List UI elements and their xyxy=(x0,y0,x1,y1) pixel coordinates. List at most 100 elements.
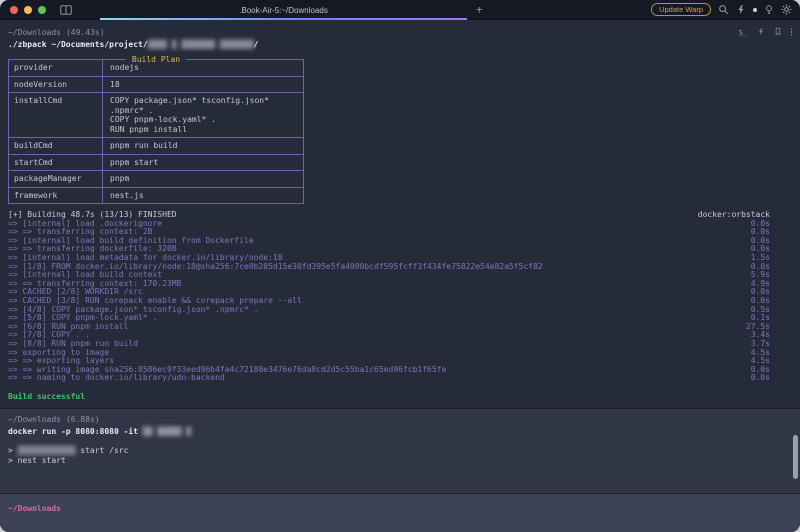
nest-start-line: > nest start xyxy=(8,456,792,466)
docker-build-log: [+] Building 48.7s (13/13) FINISHED dock… xyxy=(8,211,792,383)
docker-log-line: => [4/8] COPY package.json* tsconfig.jso… xyxy=(8,306,792,315)
tab-title: .Book-Air-5:~/Downloads xyxy=(239,6,328,15)
docker-log-line: => CACHED [2/8] WORKDIR /src 0.0s xyxy=(8,288,792,297)
notification-dot xyxy=(753,8,757,12)
tab-downloads[interactable]: .Book-Air-5:~/Downloads xyxy=(100,0,467,20)
docker-log-line: => [6/8] RUN pnpm install 27.5s xyxy=(8,323,792,332)
lightbulb-icon[interactable] xyxy=(764,4,774,15)
prompt-icon[interactable]: $_ xyxy=(738,28,747,37)
docker-log-line: => [5/8] COPY pnpm-lock.yaml* . 0.1s xyxy=(8,314,792,323)
docker-log-line: => [internal] load .dockerignore 0.0s xyxy=(8,220,792,229)
docker-log-line: => => transferring context: 2B 0.0s xyxy=(8,228,792,237)
docker-log-text: => [5/8] COPY pnpm-lock.yaml* . xyxy=(8,314,157,323)
nest-log-line: [Nest] 37 - 11/02/2023, 11:17:27 AMLOG[N… xyxy=(8,473,792,482)
layout-panes-icon[interactable] xyxy=(60,5,72,15)
build-plan-row: framework nest.js xyxy=(9,187,303,204)
block-duration: (49.43s) xyxy=(66,28,105,37)
redacted-image-name: ██ █████ █ xyxy=(143,427,191,436)
minimize-button[interactable] xyxy=(24,6,32,14)
docker-log-text: => => transferring context: 2B xyxy=(8,228,153,237)
docker-log-text: => [8/8] RUN pnpm run build xyxy=(8,340,138,349)
docker-log-line: => [internal] load build definition from… xyxy=(8,237,792,246)
docker-log-line: => => transferring context: 170.23MB 4.9… xyxy=(8,280,792,289)
titlebar-actions: Update Warp xyxy=(651,3,792,16)
new-tab-button[interactable]: + xyxy=(476,3,483,16)
block-path: ~/Downloads xyxy=(8,28,61,37)
build-plan-key: nodeVersion xyxy=(9,77,102,93)
nest-log-output: [Nest] 37 - 11/02/2023, 11:17:27 AMLOG[N… xyxy=(8,473,792,493)
ai-lightning-icon[interactable] xyxy=(736,4,746,15)
build-plan-key: buildCmd xyxy=(9,138,102,154)
docker-log-text: => => transferring dockerfile: 320B xyxy=(8,245,177,254)
bookmark-icon[interactable] xyxy=(774,27,782,38)
terminal-body: ~/Downloads (49.43s) $_ ./zbpack ~/Docum… xyxy=(0,20,800,532)
docker-log-text: => [internal] load build definition from… xyxy=(8,237,254,246)
build-plan-row: installCmd COPY package.json* tsconfig.j… xyxy=(9,92,303,137)
build-result: Build successful xyxy=(8,392,792,402)
docker-log-line: => [1/8] FROM docker.io/library/node:18@… xyxy=(8,263,792,272)
settings-gear-icon[interactable] xyxy=(781,4,792,15)
block-menu-icon[interactable] xyxy=(791,28,793,36)
build-plan-row: buildCmd pnpm run build xyxy=(9,137,303,154)
build-plan-key: framework xyxy=(9,188,102,204)
docker-log-line: => [internal] load metadata for docker.i… xyxy=(8,254,792,263)
build-plan-key: startCmd xyxy=(9,155,102,171)
zoom-button[interactable] xyxy=(38,6,46,14)
block-ai-icon[interactable] xyxy=(757,27,765,38)
build-plan-row: packageManager pnpm xyxy=(9,170,303,187)
command-line: ./zbpack ~/Documents/project/████ █ ████… xyxy=(8,40,792,51)
docker-log-line: => [8/8] RUN pnpm run build 3.7s xyxy=(8,340,792,349)
build-plan-value: nest.js xyxy=(102,188,303,204)
docker-log-text: => => exporting layers xyxy=(8,357,114,366)
scrollbar-thumb[interactable] xyxy=(793,435,798,479)
docker-log-line: => exporting to image 4.5s xyxy=(8,349,792,358)
docker-build-steps: => [internal] load .dockerignore 0.0s =>… xyxy=(8,220,792,383)
redacted-package-name: ████████████ xyxy=(18,446,76,455)
build-plan-table: Build Plan provider nodejs nodeVersion 1… xyxy=(8,59,304,204)
build-plan-value: pnpm start xyxy=(102,155,303,171)
docker-log-line: => [7/8] COPY . . 3.4s xyxy=(8,331,792,340)
docker-log-line: => => naming to docker.io/library/udn-ba… xyxy=(8,374,792,383)
docker-log-line: => => transferring dockerfile: 320B 0.0s xyxy=(8,245,792,254)
docker-log-text: => [4/8] COPY package.json* tsconfig.jso… xyxy=(8,306,258,315)
search-icon[interactable] xyxy=(718,4,729,15)
command-block-docker-run[interactable]: ~/Downloads (6.88s) docker run -p 8080:8… xyxy=(0,408,800,493)
docker-log-text: => [internal] load metadata for docker.i… xyxy=(8,254,283,263)
docker-log-text: => [1/8] FROM docker.io/library/node:18@… xyxy=(8,263,543,272)
block-duration: (6.88s) xyxy=(66,415,100,424)
docker-log-text: => => transferring context: 170.23MB xyxy=(8,280,181,289)
build-plan-row: nodeVersion 18 xyxy=(9,76,303,93)
docker-log-line: => => exporting layers 4.5s xyxy=(8,357,792,366)
docker-log-text: => => naming to docker.io/library/udn-ba… xyxy=(8,374,225,383)
build-plan-row: startCmd pnpm start xyxy=(9,154,303,171)
traffic-lights xyxy=(10,6,46,14)
build-plan-key: provider xyxy=(9,60,102,76)
build-plan-key: packageManager xyxy=(9,171,102,187)
build-plan-key: installCmd xyxy=(9,93,102,137)
docker-log-text: => [internal] load build context xyxy=(8,271,162,280)
block-actions: $_ xyxy=(738,27,792,38)
docker-log-text: => CACHED [3/8] RUN corepack enable && c… xyxy=(8,297,302,306)
prompt-path: ~/Downloads xyxy=(8,504,792,513)
redacted-project-name: ████ █ ███████ ███████ xyxy=(148,40,254,49)
build-plan-value: 18 xyxy=(102,77,303,93)
docker-log-text: => exporting to image xyxy=(8,349,109,358)
build-plan-title: Build Plan xyxy=(126,55,186,64)
command-line: docker run -p 8080:8080 -it ██ █████ █ xyxy=(8,427,792,438)
docker-log-time: 0.0s xyxy=(751,374,770,383)
input-block[interactable]: ~/Downloads xyxy=(0,493,800,532)
nest-log-line: [Nest] 37 - 11/02/2023, 11:17:27 AMLOG[I… xyxy=(8,482,792,491)
docker-log-line: => => writing image sha256:8586ec9f33eed… xyxy=(8,366,792,375)
command-block-zbpack[interactable]: ~/Downloads (49.43s) $_ ./zbpack ~/Docum… xyxy=(0,20,800,408)
warp-terminal-window: .Book-Air-5:~/Downloads + Update Warp xyxy=(0,0,800,532)
docker-build-header: [+] Building 48.7s (13/13) FINISHED dock… xyxy=(8,211,792,220)
docker-log-text: => [6/8] RUN pnpm install xyxy=(8,323,128,332)
docker-log-text: => [internal] load .dockerignore xyxy=(8,220,162,229)
docker-log-text: => [7/8] COPY . . xyxy=(8,331,90,340)
block-path: ~/Downloads xyxy=(8,415,61,424)
docker-log-text: => => writing image sha256:8586ec9f33eed… xyxy=(8,366,446,375)
close-button[interactable] xyxy=(10,6,18,14)
update-warp-button[interactable]: Update Warp xyxy=(651,3,711,16)
docker-log-line: => CACHED [3/8] RUN corepack enable && c… xyxy=(8,297,792,306)
build-plan-value: COPY package.json* tsconfig.json* .npmrc… xyxy=(102,93,303,137)
